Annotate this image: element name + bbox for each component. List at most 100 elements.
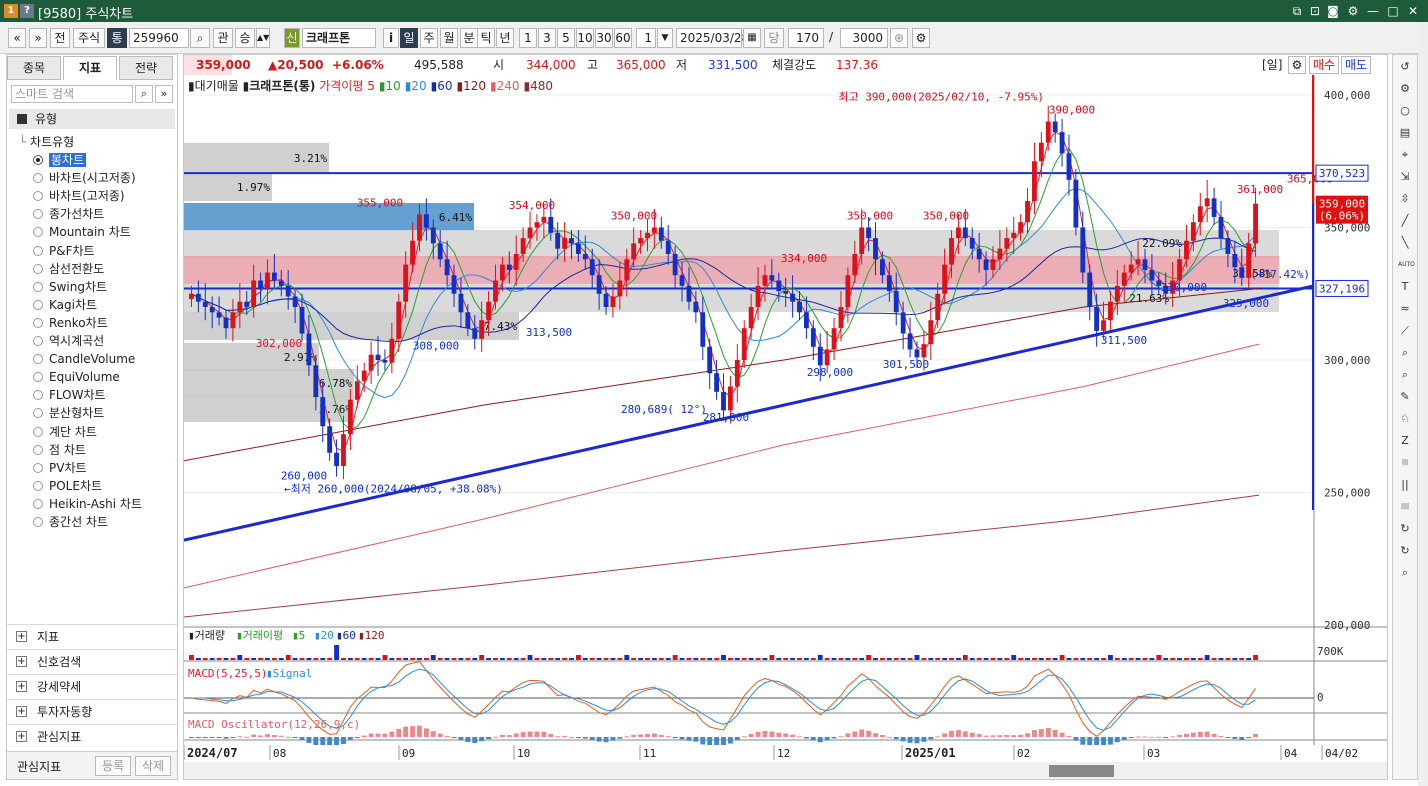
radio-icon[interactable] (33, 245, 43, 256)
radio-icon[interactable] (33, 227, 43, 238)
chart-type-item[interactable]: 봉차트 (33, 151, 87, 169)
expand-plus-icon[interactable]: + (16, 631, 27, 642)
chart-type-item[interactable]: 점 차트 (33, 441, 86, 459)
drawing-tool-icon[interactable]: ⌕ (1398, 346, 1412, 360)
drawing-tool-icon[interactable]: ⚙ (1398, 82, 1412, 96)
drawing-tool-icon[interactable]: ↻ (1398, 544, 1412, 558)
chart-type-item[interactable]: P&F차트 (33, 242, 95, 260)
gwan-button[interactable]: 관 (213, 28, 233, 48)
next-button[interactable]: » (29, 28, 47, 48)
minute-5[interactable]: 5 (557, 28, 575, 48)
spin-icon[interactable]: ▲▼ (256, 28, 270, 48)
radio-icon[interactable] (33, 354, 43, 365)
chart-type-item[interactable]: PV차트 (33, 459, 87, 477)
drawing-tool-icon[interactable]: ↺ (1398, 60, 1412, 74)
search-icon[interactable]: ⌕ (135, 85, 153, 103)
drawing-tool-icon[interactable]: Z (1398, 434, 1412, 448)
expand-plus-icon[interactable]: + (16, 731, 27, 742)
register-button[interactable]: 등록 (95, 756, 131, 776)
tab-strategy[interactable]: 전략 (119, 56, 173, 80)
chart-type-item[interactable]: POLE차트 (33, 477, 102, 495)
chart-type-item[interactable]: 종간선 차트 (33, 513, 108, 531)
calendar-icon[interactable]: ▦ (743, 28, 761, 48)
drawing-tool-icon[interactable]: || (1398, 478, 1412, 492)
chart-type-item[interactable]: CandleVolume (33, 350, 135, 368)
drawing-tool-icon[interactable]: ○ (1398, 104, 1412, 118)
prev-button[interactable]: « (8, 28, 26, 48)
settings-icon[interactable]: ⚙ (1346, 4, 1360, 18)
expand-icon[interactable]: » (155, 85, 173, 103)
chart-type-item[interactable]: 바차트(시고저종) (33, 169, 136, 187)
radio-icon[interactable] (33, 480, 43, 491)
drawing-tool-icon[interactable]: ⇳ (1398, 192, 1412, 206)
buy-button[interactable]: 매수 (1309, 56, 1339, 74)
minute-1[interactable]: 1 (519, 28, 537, 48)
display-count-input[interactable]: 170 (788, 28, 824, 48)
info-button[interactable]: i (383, 28, 399, 48)
drawing-tool-icon[interactable]: ⟋ (1398, 324, 1412, 338)
radio-icon[interactable] (33, 299, 43, 310)
expand-plus-icon[interactable]: + (16, 656, 27, 667)
zoom-in-icon[interactable]: ⊕ (890, 28, 908, 48)
chart-type-item[interactable]: FLOW차트 (33, 386, 106, 404)
chart-type-item[interactable]: 바차트(고저종) (33, 187, 125, 205)
drawing-tool-icon[interactable]: ≈ (1398, 302, 1412, 316)
maximize-icon[interactable]: □ (1386, 4, 1400, 18)
radio-icon[interactable] (33, 336, 43, 346)
chart-type-item[interactable]: Heikin-Ashi 차트 (33, 495, 142, 513)
drawing-tool-icon[interactable]: ▤ (1398, 126, 1412, 140)
dang-button[interactable]: 당 (764, 28, 784, 48)
delete-button[interactable]: 삭제 (135, 756, 171, 776)
expand-plus-icon[interactable]: + (16, 681, 27, 692)
unit-input[interactable]: 1 (636, 28, 656, 48)
help-badge[interactable]: ? (20, 4, 34, 18)
smart-search-input[interactable]: 스마트 검색 (11, 85, 133, 103)
chart-area[interactable]: 3.21% 1.97% 6.41% 2.97% 7.43% 6.78% 3.76% 21.63… (183, 54, 1388, 780)
minute-60[interactable]: 60 (614, 28, 632, 48)
radio-icon[interactable] (33, 173, 43, 184)
minute-30[interactable]: 30 (595, 28, 613, 48)
drawing-tool-icon[interactable]: ⌕ (1398, 566, 1412, 580)
drawing-tool-icon[interactable]: ⌖ (1398, 148, 1412, 162)
radio-icon[interactable] (33, 317, 43, 328)
radio-icon[interactable] (33, 191, 43, 202)
radio-icon[interactable] (33, 462, 43, 473)
drawing-tool-icon[interactable]: ╱ (1398, 214, 1412, 228)
left-section-0[interactable]: + 지표 (7, 624, 177, 648)
settings-gear-icon[interactable]: ⚙ (912, 28, 930, 48)
period-day[interactable]: 일 (400, 28, 418, 48)
drawing-tool-icon[interactable]: T (1398, 280, 1412, 294)
chart-type-item[interactable]: 계단 차트 (33, 423, 97, 441)
radio-icon[interactable] (33, 263, 43, 274)
drawing-tool-icon[interactable]: |||| (1398, 500, 1412, 514)
period-week[interactable]: 주 (420, 28, 438, 48)
chart-type-item[interactable]: 분산형차트 (33, 404, 104, 422)
period-year[interactable]: 년 (496, 28, 514, 48)
drawing-tool-icon[interactable]: ⌕ (1398, 368, 1412, 382)
close-icon[interactable]: ✕ (1406, 4, 1420, 18)
radio-icon[interactable] (33, 155, 43, 165)
drawing-tool-icon[interactable]: ♘ (1398, 412, 1412, 426)
radio-icon[interactable] (33, 498, 43, 509)
minute-10[interactable]: 10 (576, 28, 594, 48)
tong-toggle[interactable]: 통 (107, 28, 127, 48)
drawing-tool-icon[interactable]: ✎ (1398, 390, 1412, 404)
minute-3[interactable]: 3 (538, 28, 556, 48)
stock-code-input[interactable]: 259960 (129, 28, 189, 48)
period-tick[interactable]: 틱 (477, 28, 495, 48)
radio-icon[interactable] (33, 408, 43, 419)
period-minute[interactable]: 분 (460, 28, 478, 48)
tab-indicator[interactable]: 지표 (63, 56, 117, 80)
radio-icon[interactable] (33, 281, 43, 292)
chart-type-item[interactable]: Mountain 차트 (33, 223, 131, 241)
radio-icon[interactable] (33, 517, 43, 527)
total-count-input[interactable]: 3000 (840, 28, 888, 48)
chart-type-item[interactable]: 삼선전환도 (33, 260, 104, 278)
chart-type-item[interactable]: EquiVolume (33, 368, 120, 386)
vertical-scrollbar[interactable] (1418, 22, 1428, 786)
search-icon[interactable]: ⌕ (190, 28, 210, 48)
radio-icon[interactable] (33, 390, 43, 401)
radio-icon[interactable] (33, 209, 43, 220)
camera-icon[interactable]: ◙ (1326, 4, 1340, 18)
tab-stock[interactable]: 종목 (7, 56, 61, 80)
